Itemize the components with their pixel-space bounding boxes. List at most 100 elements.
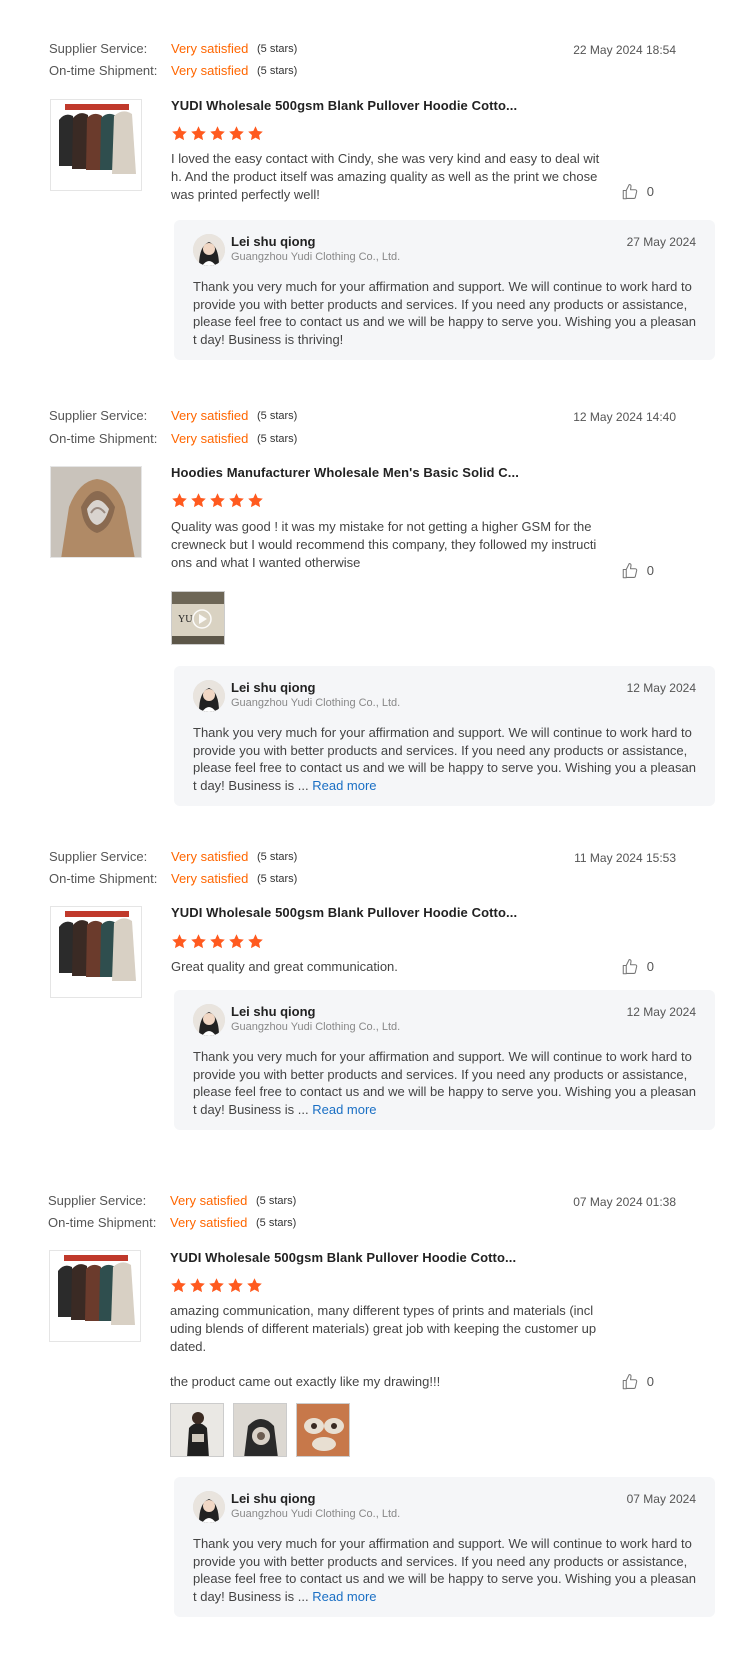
reply-date: 27 May 2024 [626,235,696,249]
star-icon [227,1277,244,1294]
review-comment-extra: the product came out exactly like my dra… [170,1374,441,1389]
reply-company: Guangzhou Yudi Clothing Co., Ltd. [231,1508,401,1520]
rating-stars [170,1277,263,1295]
like-count: 0 [646,184,654,199]
on-time-shipment-value: Very satisfied [171,871,249,886]
review-comment: I loved the easy contact with Cindy, she… [171,151,600,202]
read-more-link[interactable]: Read more [312,1589,376,1604]
supplier-service-stars: (5 stars) [256,1195,297,1207]
reply-text: Thank you very much for your affirmation… [193,279,696,347]
on-time-shipment-label: On-time Shipment: [49,431,158,446]
star-icon [190,933,207,950]
on-time-shipment-label: On-time Shipment: [49,63,158,78]
star-icon [228,492,245,509]
supplier-service-stars: (5 stars) [257,851,298,863]
like-button[interactable]: 0 [621,1373,654,1391]
star-icon [246,1277,263,1294]
supplier-service-stars: (5 stars) [257,410,298,422]
avatar [193,1491,225,1523]
star-icon [189,1277,206,1294]
review-comment: Great quality and great communication. [171,959,398,974]
reply-text: Thank you very much for your affirmation… [193,1048,696,1118]
reply-author-name: Lei shu qiong [231,1491,316,1506]
star-icon [171,933,188,950]
avatar [193,680,225,712]
supplier-service-label: Supplier Service: [49,41,148,56]
like-count: 0 [646,563,654,578]
like-count: 0 [646,1374,654,1389]
product-thumbnail[interactable] [50,906,142,998]
svg-text:YU: YU [178,614,193,625]
review-photo[interactable] [233,1403,287,1457]
avatar [193,1004,225,1036]
product-title[interactable]: YUDI Wholesale 500gsm Blank Pullover Hoo… [170,1249,516,1267]
reply-author-name: Lei shu qiong [231,680,316,695]
on-time-shipment-value: Very satisfied [170,1215,248,1230]
rating-stars [171,492,264,510]
thumbs-up-icon [621,183,639,201]
reply-company: Guangzhou Yudi Clothing Co., Ltd. [231,1021,401,1033]
product-title[interactable]: YUDI Wholesale 500gsm Blank Pullover Hoo… [171,904,517,922]
star-icon [228,125,245,142]
star-icon [247,125,264,142]
star-icon [209,933,226,950]
like-button[interactable]: 0 [621,958,654,976]
reply-author-name: Lei shu qiong [231,234,316,249]
on-time-shipment-stars: (5 stars) [256,1217,297,1229]
product-title[interactable]: Hoodies Manufacturer Wholesale Men's Bas… [171,464,519,482]
star-icon [209,125,226,142]
star-icon [171,492,188,509]
supplier-service-label: Supplier Service: [49,849,148,864]
on-time-shipment-stars: (5 stars) [257,873,298,885]
review-date: 22 May 2024 18:54 [573,43,676,57]
reply-company: Guangzhou Yudi Clothing Co., Ltd. [231,697,401,709]
supplier-service-label: Supplier Service: [49,408,148,423]
star-icon [247,933,264,950]
star-icon [170,1277,187,1294]
star-icon [190,492,207,509]
review-comment: Quality was good ! it was my mistake for… [171,519,597,570]
review-date: 07 May 2024 01:38 [573,1195,676,1209]
read-more-link[interactable]: Read more [312,778,376,793]
on-time-shipment-value: Very satisfied [171,431,249,446]
supplier-reply: Lei shu qiong Guangzhou Yudi Clothing Co… [174,666,715,806]
supplier-reply: Lei shu qiong Guangzhou Yudi Clothing Co… [174,1477,715,1617]
review-video-thumbnail[interactable]: YU [171,591,225,645]
product-thumbnail[interactable] [49,1250,141,1342]
on-time-shipment-stars: (5 stars) [257,433,298,445]
product-title[interactable]: YUDI Wholesale 500gsm Blank Pullover Hoo… [171,97,517,115]
avatar [193,234,225,266]
review-photo[interactable] [296,1403,350,1457]
supplier-service-value: Very satisfied [170,1193,248,1208]
supplier-service-stars: (5 stars) [257,43,298,55]
supplier-reply: Lei shu qiong Guangzhou Yudi Clothing Co… [174,220,715,360]
rating-stars [171,933,264,951]
reply-text-content: Thank you very much for your affirmation… [193,1049,696,1117]
star-icon [209,492,226,509]
supplier-reply: Lei shu qiong Guangzhou Yudi Clothing Co… [174,990,715,1130]
read-more-link[interactable]: Read more [312,1102,376,1117]
supplier-service-label: Supplier Service: [48,1193,147,1208]
review-date: 11 May 2024 15:53 [574,851,676,865]
thumbs-up-icon [621,562,639,580]
like-button[interactable]: 0 [621,562,654,580]
star-icon [171,125,188,142]
star-icon [190,125,207,142]
supplier-service-value: Very satisfied [171,849,249,864]
like-button[interactable]: 0 [621,183,654,201]
thumbs-up-icon [621,1373,639,1391]
reply-date: 12 May 2024 [626,681,696,695]
reply-text: Thank you very much for your affirmation… [193,1535,696,1605]
review-date: 12 May 2024 14:40 [573,410,676,424]
review-comment: amazing communication, many different ty… [170,1303,597,1354]
reply-date: 07 May 2024 [626,1492,696,1506]
product-thumbnail[interactable] [50,466,142,558]
star-icon [228,933,245,950]
reply-text: Thank you very much for your affirmation… [193,724,696,794]
product-thumbnail[interactable] [50,99,142,191]
review-photo[interactable] [170,1403,224,1457]
like-count: 0 [646,959,654,974]
on-time-shipment-label: On-time Shipment: [49,871,158,886]
reply-text-content: Thank you very much for your affirmation… [193,725,696,793]
supplier-service-value: Very satisfied [171,41,249,56]
